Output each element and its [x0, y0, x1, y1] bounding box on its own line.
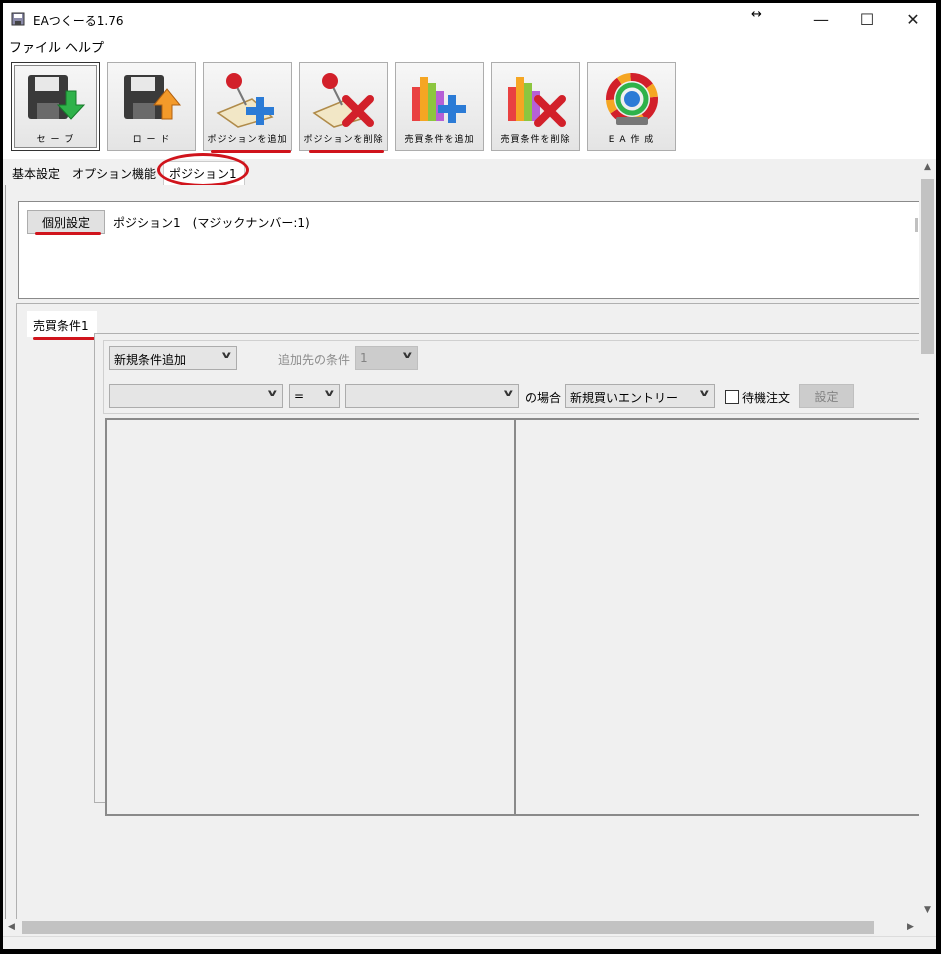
operator-select[interactable]: = v	[289, 384, 340, 408]
resize-cursor-icon: ↔	[751, 7, 762, 22]
individual-settings-label: 個別設定	[41, 215, 90, 230]
app-window: EAつくーる1.76 ↔ — ☐ ✕ ファイル ヘルプ セ ー ブ ロ ー ド …	[3, 3, 936, 949]
new-condition-select[interactable]: 新規条件追加 v	[109, 346, 237, 370]
add-target-select[interactable]: 1v	[355, 346, 418, 370]
app-icon	[11, 12, 25, 26]
add-position-label: ポジションを追加	[207, 135, 288, 145]
delete-trade-condition-label: 売買条件を削除	[500, 135, 571, 145]
minimize-icon: —	[813, 9, 829, 29]
save-label: セ ー ブ	[36, 135, 75, 145]
pin-delete-icon	[312, 73, 374, 128]
panel-scroll-thumb[interactable]	[915, 218, 918, 232]
status-bar	[3, 936, 936, 949]
minimize-button[interactable]: —	[798, 3, 844, 35]
save-button[interactable]: セ ー ブ	[11, 62, 100, 151]
tab-trade-condition1[interactable]: 売買条件1	[27, 311, 97, 337]
load-label: ロ ー ド	[132, 135, 171, 145]
chevron-down-icon: v	[700, 388, 710, 399]
tab-highlight-circle	[157, 153, 249, 187]
bar-chart-delete-icon	[508, 77, 566, 127]
tab-strip: 基本設定 オプション機能 ポジション1	[3, 159, 936, 186]
trade-condition1-label: 売買条件1	[33, 319, 89, 333]
add-target-value: 1	[360, 351, 368, 365]
condition-list-right[interactable]	[514, 418, 920, 816]
title-bar: EAつくーる1.76 ↔ — ☐ ✕	[3, 3, 936, 35]
delete-position-label: ポジションを削除	[303, 135, 384, 145]
vertical-scrollbar[interactable]: ▲ ▼	[919, 159, 936, 919]
right-operand-select[interactable]: v	[345, 384, 519, 408]
add-position-underline	[211, 150, 291, 153]
individual-settings-button[interactable]: 個別設定	[27, 210, 105, 234]
delete-trade-condition-button[interactable]: 売買条件を削除	[491, 62, 580, 151]
delete-position-underline	[309, 150, 384, 153]
operator-value: =	[294, 389, 305, 403]
maximize-icon: ☐	[859, 9, 875, 29]
scroll-left-icon[interactable]: ◀	[3, 919, 20, 936]
chevron-down-icon: v	[403, 350, 413, 361]
chevron-down-icon: v	[325, 388, 335, 399]
condition-list-left[interactable]	[105, 418, 515, 816]
menu-help[interactable]: ヘルプ	[65, 37, 104, 56]
window-title: EAつくーる1.76	[33, 14, 124, 28]
vertical-scroll-thumb[interactable]	[921, 179, 934, 354]
entry-type-value: 新規買いエントリー	[570, 391, 679, 405]
case-label: の場合	[525, 391, 562, 405]
menu-bar: ファイル ヘルプ	[3, 35, 936, 56]
horizontal-scrollbar[interactable]: ◀ ▶	[3, 919, 919, 936]
individual-settings-underline	[35, 232, 101, 235]
trade-condition-editor: 新規条件追加 v 追加先の条件 1v v = v v の場合 新規買いエントリー v	[94, 333, 920, 816]
maximize-button[interactable]: ☐	[844, 3, 890, 35]
condition-controls: 新規条件追加 v 追加先の条件 1v v = v v の場合 新規買いエントリー v	[103, 340, 920, 414]
horizontal-scroll-thumb[interactable]	[22, 921, 874, 934]
position-magic-label: ポジション1 (マジックナンバー:1)	[113, 216, 310, 230]
pending-order-label: 待機注文	[742, 391, 791, 405]
tab-basic-settings[interactable]: 基本設定	[12, 165, 60, 182]
save-disk-icon	[28, 75, 86, 120]
left-operand-select[interactable]: v	[109, 384, 283, 408]
add-trade-condition-label: 売買条件を追加	[404, 135, 475, 145]
trade-tab-underline	[33, 337, 99, 340]
load-button[interactable]: ロ ー ド	[107, 62, 196, 151]
create-ea-label: E A 作 成	[608, 135, 655, 145]
position-content: 個別設定 ポジション1 (マジックナンバー:1) 売買条件1 新規条件追加 v 追…	[5, 185, 920, 919]
load-disk-icon	[124, 75, 182, 120]
add-position-button[interactable]: ポジションを追加	[203, 62, 292, 151]
add-trade-condition-button[interactable]: 売買条件を追加	[395, 62, 484, 151]
set-button[interactable]: 設定	[799, 384, 854, 408]
position-info-panel: 個別設定 ポジション1 (マジックナンバー:1)	[18, 201, 920, 299]
chevron-down-icon: v	[504, 388, 514, 399]
gear-icon	[606, 73, 658, 125]
chevron-down-icon: v	[268, 388, 278, 399]
scrollbar-corner	[919, 919, 936, 936]
scroll-right-icon[interactable]: ▶	[902, 919, 919, 936]
add-target-label: 追加先の条件	[278, 353, 351, 367]
close-button[interactable]: ✕	[890, 3, 936, 35]
create-ea-button[interactable]: E A 作 成	[587, 62, 676, 151]
delete-position-button[interactable]: ポジションを削除	[299, 62, 388, 151]
scroll-down-icon[interactable]: ▼	[919, 902, 936, 919]
pending-order-checkbox[interactable]	[725, 390, 739, 404]
chevron-down-icon: v	[222, 350, 232, 361]
entry-type-select[interactable]: 新規買いエントリー v	[565, 384, 715, 408]
bar-chart-plus-icon	[412, 77, 466, 123]
menu-file[interactable]: ファイル	[9, 37, 61, 56]
scroll-up-icon[interactable]: ▲	[919, 159, 936, 176]
set-button-label: 設定	[814, 389, 839, 404]
new-condition-value: 新規条件追加	[114, 353, 187, 367]
pin-plus-icon	[216, 73, 274, 128]
tab-option-features[interactable]: オプション機能	[72, 165, 156, 182]
toolbar: セ ー ブ ロ ー ド ポジションを追加 ポジションを削除 売買条件を追加 売買…	[3, 55, 936, 159]
close-icon: ✕	[906, 9, 920, 29]
